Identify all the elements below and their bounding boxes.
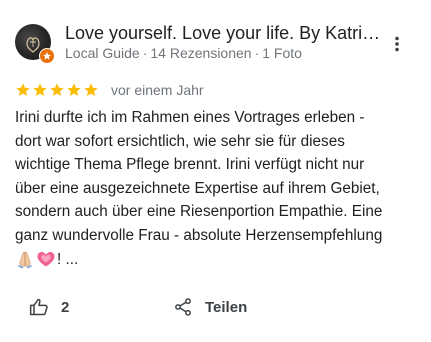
more-options-button[interactable] bbox=[387, 32, 407, 56]
review-line: dort war sofort ersichtlich, wie sehr si… bbox=[15, 132, 345, 150]
reviewer-review-count: 14 Rezensionen bbox=[150, 45, 252, 61]
review-line: ganz wundervolle Frau - absolute Herzens… bbox=[15, 226, 383, 244]
like-button[interactable]: 2 bbox=[29, 295, 69, 319]
meta-separator: · bbox=[254, 45, 260, 61]
rating-row: vor einem Jahr bbox=[15, 80, 204, 100]
review-line: Irini durfte ich im Rahmen eines Vortrag… bbox=[15, 109, 365, 126]
star-icon bbox=[33, 83, 47, 96]
share-icon bbox=[175, 298, 191, 316]
share-label: Teilen bbox=[205, 298, 248, 316]
meta-separator: · bbox=[142, 45, 148, 61]
star-icon bbox=[50, 83, 64, 96]
review-emoji-line: ! ... bbox=[15, 248, 415, 272]
reviewer-name[interactable]: Love yourself. Love your life. By Katrin… bbox=[65, 22, 385, 44]
more-vert-icon bbox=[395, 36, 399, 52]
share-button[interactable]: Teilen bbox=[173, 295, 247, 319]
star-rating bbox=[15, 82, 99, 98]
review-text: Irini durfte ich im Rahmen eines Vortrag… bbox=[15, 106, 415, 271]
review-date: vor einem Jahr bbox=[111, 82, 204, 98]
star-icon bbox=[16, 83, 30, 96]
reviewer-meta: Local Guide · 14 Rezensionen · 1 Foto bbox=[65, 44, 302, 62]
reviewer-photo-count: 1 Foto bbox=[262, 45, 302, 61]
folded-hands-emoji bbox=[18, 252, 32, 269]
thumb-up-icon bbox=[29, 298, 48, 316]
review-header: Love yourself. Love your life. By Katrin… bbox=[15, 22, 415, 64]
review-ellipsis: ! ... bbox=[57, 250, 79, 268]
star-icon bbox=[84, 83, 98, 96]
like-count: 2 bbox=[61, 298, 70, 316]
growing-heart-emoji bbox=[37, 252, 55, 267]
review-line: sondern auch über eine Riesenportion Emp… bbox=[15, 203, 383, 221]
review-line: über eine ausgezeichnete Expertise auf i… bbox=[15, 179, 380, 197]
star-badge-icon bbox=[43, 52, 51, 60]
local-guide-badge bbox=[39, 48, 55, 64]
review-actions: 2 Teilen bbox=[0, 292, 431, 322]
reviewer-role: Local Guide bbox=[65, 45, 140, 61]
star-icon bbox=[67, 83, 81, 96]
reviewer-avatar[interactable] bbox=[15, 24, 55, 64]
review-line: wichtige Thema Pflege brennt. Irini verf… bbox=[15, 156, 365, 174]
review-card: Love yourself. Love your life. By Katrin… bbox=[0, 0, 431, 342]
